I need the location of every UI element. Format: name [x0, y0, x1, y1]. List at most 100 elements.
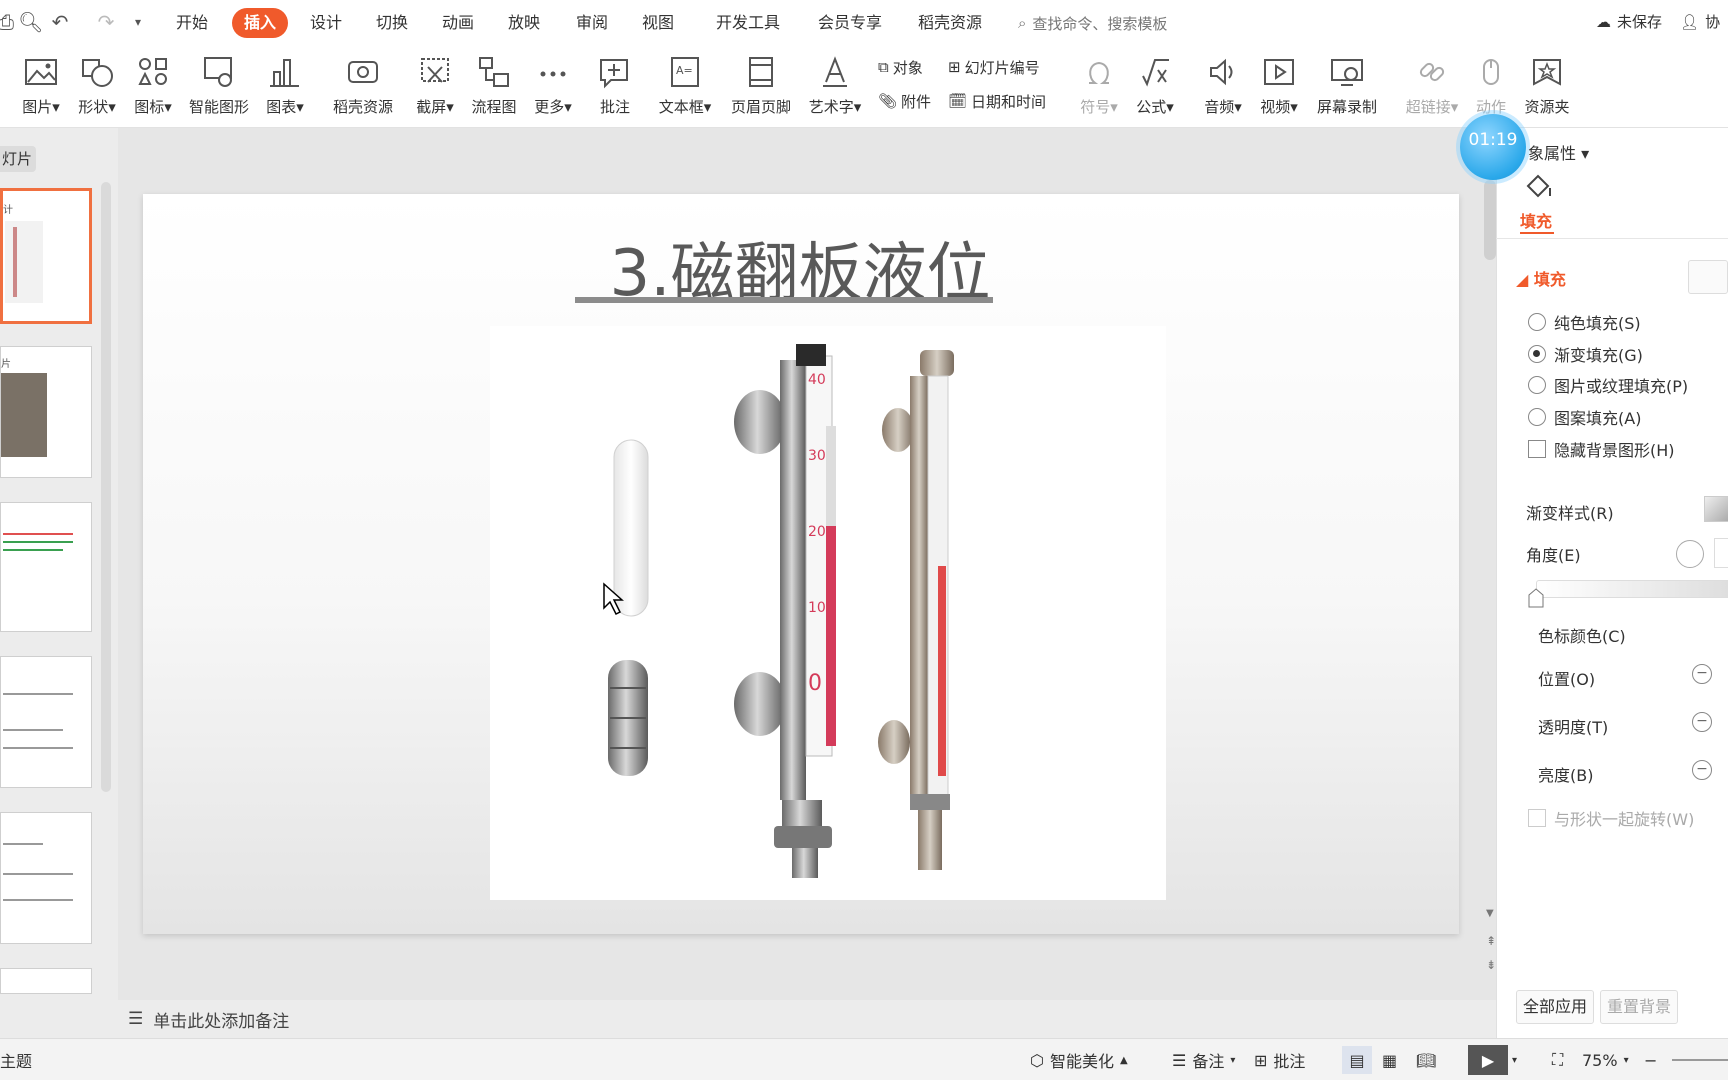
- checkbox-rotate[interactable]: [1528, 809, 1546, 827]
- reading-view-button[interactable]: 📖︎: [1416, 1049, 1436, 1071]
- tab-start[interactable]: 开始: [164, 8, 220, 38]
- level-gauge-picture[interactable]: 40 30 20 10 0: [490, 326, 1166, 900]
- save-icon[interactable]: ⎙: [0, 10, 18, 34]
- header-footer-button[interactable]: 页眉页脚: [726, 52, 796, 122]
- tab-transition[interactable]: 切换: [364, 8, 420, 38]
- video-button[interactable]: 视频▾: [1254, 52, 1304, 122]
- zoom-slider[interactable]: [1672, 1059, 1728, 1061]
- date-time-button[interactable]: 🗓︎ 日期和时间: [948, 88, 1046, 114]
- screen-record-button[interactable]: 屏幕录制: [1312, 52, 1382, 122]
- zoom-out-button[interactable]: −: [1644, 1049, 1657, 1071]
- play-slideshow-button[interactable]: ▶: [1468, 1045, 1508, 1075]
- symbol-button[interactable]: 符号▾: [1074, 52, 1124, 122]
- slide-thumbnail-3[interactable]: [0, 502, 92, 632]
- picture-fill-option[interactable]: 图片或纹理填充(P): [1528, 373, 1688, 397]
- action-button[interactable]: 动作: [1468, 52, 1514, 122]
- angle-dial[interactable]: [1676, 540, 1704, 568]
- tab-insert[interactable]: 插入: [232, 8, 289, 38]
- flowchart-button[interactable]: 流程图: [468, 52, 520, 122]
- formula-button[interactable]: 公式▾: [1130, 52, 1180, 122]
- slide-thumbnail-2[interactable]: 片: [0, 346, 92, 478]
- beautify-icon: ⬡: [1030, 1050, 1044, 1070]
- insert-chart-button[interactable]: 图表▾: [262, 52, 308, 122]
- wordart-button[interactable]: 艺术字▾: [804, 52, 866, 122]
- sorter-view-button[interactable]: ▦: [1382, 1049, 1397, 1071]
- radio-pattern[interactable]: [1528, 408, 1546, 426]
- angle-input[interactable]: [1714, 538, 1728, 568]
- unsaved-status[interactable]: ☁ 未保存 👤︎ 协: [1596, 11, 1720, 32]
- smart-beautify-button[interactable]: ⬡ 智能美化 ▲: [1030, 1049, 1128, 1072]
- fill-color-picker[interactable]: [1688, 260, 1728, 294]
- recording-timer[interactable]: 01:19: [1460, 114, 1526, 180]
- slides-tab[interactable]: 灯片: [0, 146, 36, 172]
- pane-title[interactable]: 象属性 ▾: [1528, 140, 1589, 164]
- audio-button[interactable]: 音频▾: [1198, 52, 1248, 122]
- theme-status[interactable]: 主题: [0, 1049, 32, 1071]
- insert-comment-button[interactable]: 批注: [592, 52, 638, 122]
- hide-background-option[interactable]: 隐藏背景图形(H): [1528, 437, 1675, 461]
- fill-tab[interactable]: 填充: [1520, 208, 1552, 232]
- radio-solid[interactable]: [1528, 313, 1546, 331]
- fit-window-button[interactable]: ⛶: [1552, 1049, 1563, 1071]
- command-search[interactable]: ⌕ 查找命令、搜索模板: [1018, 11, 1167, 35]
- insert-shape-button[interactable]: 形状▾: [72, 52, 122, 122]
- gradient-fill-option[interactable]: 渐变填充(G): [1528, 342, 1643, 366]
- insert-smart-graphic-button[interactable]: 智能图形: [184, 52, 254, 122]
- checkbox-hide-bg[interactable]: [1528, 440, 1546, 458]
- print-preview-icon[interactable]: 🔍︎: [18, 10, 43, 34]
- slide-thumbnail-6[interactable]: [0, 968, 92, 994]
- hyperlink-button[interactable]: 超链接▾: [1400, 52, 1464, 122]
- play-options-dropdown[interactable]: ▾: [1512, 1049, 1517, 1071]
- thumbnail-scrollbar[interactable]: [101, 182, 111, 792]
- tab-developer[interactable]: 开发工具: [704, 8, 792, 38]
- position-label: 位置(O): [1538, 670, 1596, 689]
- slide-thumbnail-1[interactable]: 计: [0, 188, 92, 324]
- gradient-bar[interactable]: [1536, 580, 1728, 598]
- quick-access-dropdown-icon[interactable]: ▾: [126, 10, 150, 34]
- tab-animation[interactable]: 动画: [430, 8, 486, 38]
- tab-view[interactable]: 视图: [630, 8, 686, 38]
- solid-fill-option[interactable]: 纯色填充(S): [1528, 310, 1641, 334]
- rotate-with-shape-option[interactable]: 与形状一起旋转(W): [1528, 806, 1694, 830]
- collab-icon: 👤︎: [1680, 12, 1700, 31]
- transparency-decrease-button[interactable]: −: [1692, 712, 1712, 732]
- radio-picture[interactable]: [1528, 376, 1546, 394]
- attachment-button[interactable]: 📎︎ 附件: [878, 88, 931, 114]
- undo-icon[interactable]: ↶: [48, 10, 72, 34]
- apply-all-button[interactable]: 全部应用: [1516, 990, 1595, 1024]
- tab-design[interactable]: 设计: [298, 8, 354, 38]
- radio-gradient[interactable]: [1528, 345, 1546, 363]
- position-decrease-button[interactable]: −: [1692, 664, 1712, 684]
- resource-folder-button[interactable]: 资源夹: [1520, 52, 1574, 122]
- fill-section-header[interactable]: ◢ 填充: [1516, 266, 1566, 290]
- insert-picture-button[interactable]: 图片▾: [16, 52, 66, 122]
- gradient-stop-handle[interactable]: [1528, 588, 1544, 608]
- daoke-resource-button[interactable]: 稻壳资源: [328, 52, 398, 122]
- textbox-button[interactable]: A= 文本框▾: [654, 52, 716, 122]
- slide-number-button[interactable]: ⊞ 幻灯片编号: [948, 54, 1040, 80]
- notes-area[interactable]: ☰ 单击此处添加备注: [118, 1000, 1496, 1038]
- tab-review[interactable]: 审阅: [564, 8, 620, 38]
- insert-icon-button[interactable]: 图标▾: [128, 52, 178, 122]
- canvas-scrollbar[interactable]: [1484, 180, 1496, 260]
- next-slide-icon[interactable]: ⇟: [1486, 958, 1496, 972]
- slide-thumbnail-5[interactable]: [0, 812, 92, 944]
- brightness-decrease-button[interactable]: −: [1692, 760, 1712, 780]
- tab-daoke[interactable]: 稻壳资源: [906, 8, 994, 38]
- zoom-level[interactable]: 75% ▾: [1582, 1049, 1629, 1071]
- insert-object-button[interactable]: ⧉ 对象: [878, 54, 923, 80]
- screenshot-button[interactable]: 截屏▾: [410, 52, 460, 122]
- gradient-style-picker[interactable]: [1704, 496, 1728, 522]
- tab-slideshow[interactable]: 放映: [496, 8, 552, 38]
- pattern-fill-option[interactable]: 图案填充(A): [1528, 405, 1641, 429]
- prev-slide-icon[interactable]: ⇞: [1486, 934, 1496, 948]
- redo-icon[interactable]: ↷: [94, 10, 118, 34]
- normal-view-button[interactable]: ▤: [1342, 1046, 1372, 1074]
- slide-thumbnail-4[interactable]: [0, 656, 92, 788]
- tab-member[interactable]: 会员专享: [806, 8, 894, 38]
- more-button[interactable]: 更多▾: [528, 52, 578, 122]
- scroll-down-icon[interactable]: ▼: [1486, 908, 1494, 919]
- notes-toggle-button[interactable]: ☰ 备注 ▾: [1172, 1049, 1235, 1072]
- reset-background-button[interactable]: 重置背景: [1600, 990, 1679, 1024]
- comment-toggle-button[interactable]: ⊞ 批注: [1254, 1049, 1305, 1072]
